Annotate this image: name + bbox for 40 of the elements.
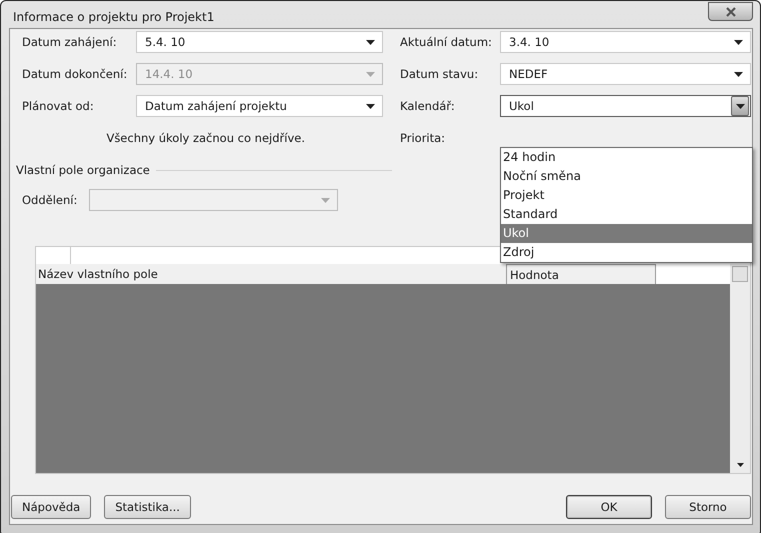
field-label: Priorita: <box>399 131 446 145</box>
dropdown-button[interactable] <box>731 96 749 116</box>
column-header[interactable]: Název vlastního pole <box>36 264 506 284</box>
calendar-option[interactable]: Noční směna <box>501 167 752 186</box>
dialog-button[interactable]: OK <box>566 495 652 519</box>
dropdown-arrow-icon <box>736 104 744 108</box>
dropdown-arrow-icon <box>366 40 375 44</box>
field-label: Oddělení: <box>22 193 78 207</box>
schedule-note: Všechny úkoly začnou co nejdříve. <box>106 131 305 145</box>
dropdown-arrow-icon <box>734 72 743 76</box>
close-button[interactable] <box>708 2 753 21</box>
calendar-option[interactable]: Zdroj <box>501 243 752 262</box>
field-label: Datum stavu: <box>399 67 480 81</box>
dialog-button[interactable]: Nápověda <box>11 495 92 519</box>
calendar-option[interactable]: 24 hodin <box>501 148 752 167</box>
dropdown-arrow-icon <box>321 198 330 202</box>
scrollbar[interactable] <box>730 264 750 473</box>
dropdown-arrow-icon <box>734 40 743 44</box>
date-dropdown[interactable]: 5.4. 10 <box>136 31 383 53</box>
dropdown-field[interactable]: 3.4. 10 <box>500 31 751 53</box>
dialog-button[interactable]: Statistika... <box>104 495 191 519</box>
dialog-button[interactable]: Storno <box>665 495 751 519</box>
date-dropdown[interactable]: Datum zahájení projektu <box>136 95 383 117</box>
dropdown-arrow-icon <box>366 72 375 76</box>
field-label: Plánovat od: <box>22 99 95 113</box>
field-label: Aktuální datum: <box>399 35 493 49</box>
dropdown-field[interactable]: NEDEF <box>500 63 751 85</box>
field-label: Kalendář: <box>399 99 456 113</box>
dropdown-field[interactable]: Ukol <box>500 95 751 117</box>
calendar-option[interactable]: Ukol <box>501 224 752 243</box>
window-title: Informace o projektu pro Projekt1 <box>13 10 214 24</box>
scrollbar-thumb[interactable] <box>732 266 748 282</box>
group-title: Vlastní pole organizace <box>16 163 150 177</box>
dropdown-arrow-icon <box>366 104 375 108</box>
field-label: Datum dokončení: <box>22 67 128 81</box>
scroll-down-icon[interactable] <box>736 463 744 467</box>
field-label: Datum zahájení: <box>22 35 118 49</box>
calendar-option[interactable]: Standard <box>501 205 752 224</box>
calendar-option[interactable]: Projekt <box>501 186 752 205</box>
close-icon <box>724 6 736 16</box>
